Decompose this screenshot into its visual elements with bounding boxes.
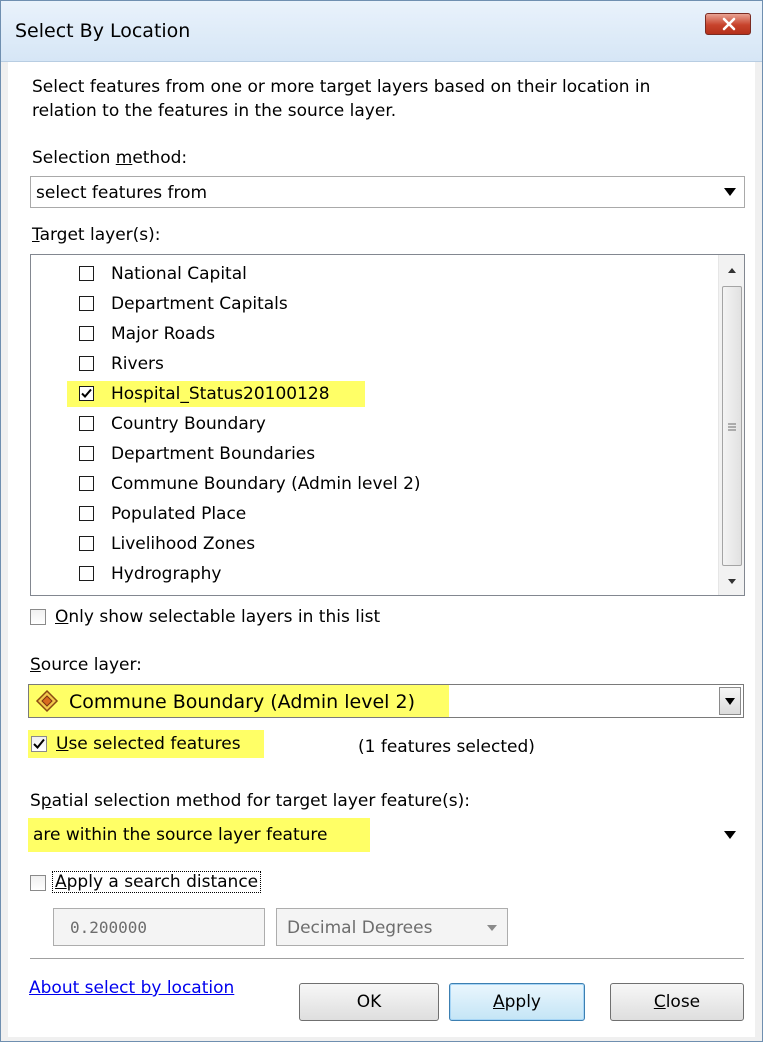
use-selected-label[interactable]: Use selected features (56, 734, 241, 754)
list-item[interactable]: National Capital (79, 261, 247, 287)
layer-checkbox[interactable] (79, 296, 94, 311)
chevron-down-icon (724, 188, 736, 196)
selection-method-dropdown[interactable]: select features from (30, 176, 745, 208)
layer-checkbox[interactable] (79, 266, 94, 281)
selected-count-text: (1 features selected) (358, 737, 535, 757)
layer-checkbox-checked[interactable] (79, 386, 94, 401)
list-item[interactable]: Rivers (79, 351, 164, 377)
only-selectable-label[interactable]: Only show selectable layers in this list (55, 607, 380, 627)
layer-checkbox[interactable] (79, 326, 94, 341)
source-layer-label: Source layer: (30, 655, 142, 675)
apply-button[interactable]: Apply (449, 983, 585, 1021)
select-by-location-dialog: Select By Location Select features from … (0, 0, 763, 1042)
distance-input[interactable]: 0.200000 (53, 908, 265, 946)
spatial-method-label: Spatial selection method for target laye… (30, 791, 470, 811)
title-bar[interactable]: Select By Location (1, 1, 762, 62)
target-layers-list[interactable]: National Capital Department Capitals Maj… (30, 254, 745, 596)
list-item[interactable]: Populated Place (79, 501, 246, 527)
source-layer-dropdown-button[interactable] (719, 687, 741, 715)
search-distance-checkbox[interactable] (30, 875, 46, 891)
only-selectable-checkbox[interactable] (30, 609, 46, 625)
grip-icon (728, 423, 736, 431)
list-item[interactable]: Commune Boundary (Admin level 2) (79, 471, 421, 497)
search-distance-label[interactable]: Apply a search distance (52, 871, 262, 893)
list-item[interactable]: Major Roads (79, 321, 215, 347)
spatial-method-value: are within the source layer feature (33, 825, 328, 845)
source-layer-value: Commune Boundary (Admin level 2) (69, 691, 415, 713)
close-button[interactable]: Close (610, 983, 744, 1021)
vertical-scrollbar[interactable] (718, 255, 744, 595)
list-item[interactable]: Hydrography (79, 561, 221, 587)
polygon-layer-icon (35, 689, 59, 713)
list-item-highlighted[interactable]: Hospital_Status20100128 (67, 381, 365, 407)
window-close-button[interactable] (705, 13, 751, 35)
scrollbar-thumb[interactable] (722, 286, 742, 566)
close-icon (722, 17, 736, 31)
source-layer-dropdown[interactable]: Commune Boundary (Admin level 2) (28, 684, 744, 718)
spatial-method-dropdown[interactable]: are within the source layer feature (28, 818, 744, 852)
footer-separator (30, 958, 744, 959)
list-item[interactable]: Livelihood Zones (79, 531, 255, 557)
dialog-body: Select features from one or more target … (8, 62, 755, 1037)
layer-checkbox[interactable] (79, 506, 94, 521)
about-link[interactable]: About select by location (29, 978, 234, 998)
chevron-down-icon (725, 698, 735, 705)
list-item[interactable]: Department Boundaries (79, 441, 315, 467)
ok-button[interactable]: OK (299, 983, 439, 1021)
chevron-down-icon (724, 831, 736, 839)
layer-checkbox[interactable] (79, 446, 94, 461)
distance-units-dropdown[interactable]: Decimal Degrees (276, 908, 508, 946)
layer-checkbox[interactable] (79, 476, 94, 491)
target-layers-label: Target layer(s): (32, 225, 161, 245)
layer-checkbox[interactable] (79, 416, 94, 431)
layer-checkbox[interactable] (79, 356, 94, 371)
list-item[interactable]: Department Capitals (79, 291, 288, 317)
window-title: Select By Location (15, 20, 191, 42)
selection-method-value: select features from (36, 183, 208, 203)
selection-method-label: Selection method: (32, 148, 188, 168)
use-selected-checkbox[interactable] (31, 736, 47, 752)
list-item[interactable]: Country Boundary (79, 411, 266, 437)
scroll-up-arrow-icon[interactable] (720, 259, 744, 281)
checkmark-icon (33, 738, 45, 749)
chevron-down-icon (487, 925, 497, 931)
layer-checkbox[interactable] (79, 536, 94, 551)
layer-checkbox[interactable] (79, 566, 94, 581)
description-text: Select features from one or more target … (32, 77, 651, 121)
scroll-down-arrow-icon[interactable] (720, 571, 744, 593)
checkmark-icon (81, 388, 92, 398)
